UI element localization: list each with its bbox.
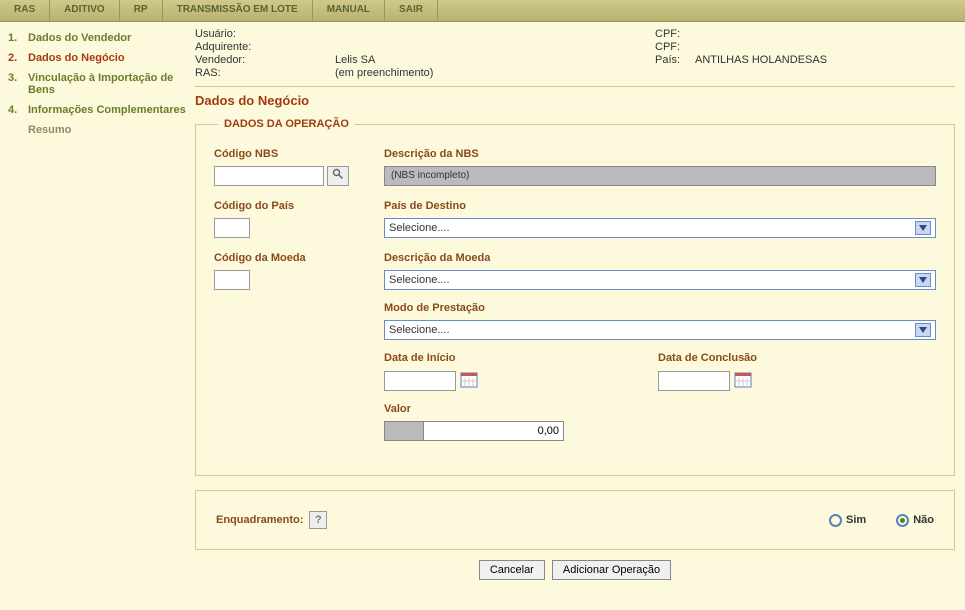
step-num: 1.: [8, 32, 22, 44]
data-inicio-label: Data de Início: [384, 352, 478, 364]
sidebar-step-4[interactable]: 4. Informações Complementares: [8, 104, 187, 116]
cpf2-label: CPF:: [655, 41, 695, 53]
radio-icon: [896, 514, 909, 527]
nao-label: Não: [913, 514, 934, 526]
valor-label: Valor: [384, 403, 936, 415]
select-value: Selecione....: [389, 222, 450, 234]
vendedor-label: Vendedor:: [195, 54, 335, 66]
step-num: 2.: [8, 52, 22, 64]
search-icon: [332, 168, 344, 180]
menu-transmissao[interactable]: TRANSMISSÃO EM LOTE: [163, 0, 313, 21]
descricao-nbs-label: Descrição da NBS: [384, 148, 936, 160]
step-label: Vinculação à Importação de Bens: [28, 72, 187, 96]
pais-label: País:: [655, 54, 695, 66]
descricao-nbs-value: (NBS incompleto): [384, 166, 936, 186]
sidebar-resumo[interactable]: Resumo: [8, 124, 187, 136]
top-menu: RAS ADITIVO RP TRANSMISSÃO EM LOTE MANUA…: [0, 0, 965, 22]
sim-label: Sim: [846, 514, 866, 526]
pais-destino-label: País de Destino: [384, 200, 936, 212]
cpf1-label: CPF:: [655, 28, 695, 40]
radio-icon: [829, 514, 842, 527]
dados-operacao-fieldset: DADOS DA OPERAÇÃO Código NBS Descrição d…: [195, 118, 955, 476]
enquadramento-label: Enquadramento:: [216, 514, 303, 526]
select-value: Selecione....: [389, 274, 450, 286]
descricao-moeda-select[interactable]: Selecione....: [384, 270, 936, 290]
codigo-moeda-input[interactable]: [214, 270, 250, 290]
data-conclusao-input[interactable]: [658, 371, 730, 391]
header-info: Usuário: Adquirente: Vendedor:Lelis SA R…: [195, 28, 955, 87]
menu-rp[interactable]: RP: [120, 0, 163, 21]
step-num: 4.: [8, 104, 22, 116]
cancelar-button[interactable]: Cancelar: [479, 560, 545, 580]
sidebar: 1. Dados do Vendedor 2. Dados do Negócio…: [0, 22, 195, 600]
chevron-down-icon: [915, 221, 931, 235]
pais-value: ANTILHAS HOLANDESAS: [695, 54, 827, 66]
data-inicio-input[interactable]: [384, 371, 456, 391]
vendedor-value: Lelis SA: [335, 54, 375, 66]
step-label: Informações Complementares: [28, 104, 186, 116]
adquirente-label: Adquirente:: [195, 41, 335, 53]
step-num: 3.: [8, 72, 22, 96]
adicionar-operacao-button[interactable]: Adicionar Operação: [552, 560, 671, 580]
page-title: Dados do Negócio: [195, 93, 955, 108]
enquadramento-box: Enquadramento: ? Sim Não: [195, 490, 955, 550]
valor-input[interactable]: [424, 421, 564, 441]
sidebar-step-2[interactable]: 2. Dados do Negócio: [8, 52, 187, 64]
menu-ras[interactable]: RAS: [0, 0, 50, 21]
menu-manual[interactable]: MANUAL: [313, 0, 385, 21]
sidebar-step-1[interactable]: 1. Dados do Vendedor: [8, 32, 187, 44]
chevron-down-icon: [915, 273, 931, 287]
step-label: Dados do Vendedor: [28, 32, 131, 44]
help-icon[interactable]: ?: [309, 511, 327, 529]
enq-nao-option[interactable]: Não: [896, 514, 934, 527]
calendar-icon[interactable]: [460, 370, 478, 391]
pais-destino-select[interactable]: Selecione....: [384, 218, 936, 238]
calendar-icon[interactable]: [734, 370, 752, 391]
usuario-label: Usuário:: [195, 28, 335, 40]
valor-prefix: [384, 421, 424, 441]
codigo-nbs-input[interactable]: [214, 166, 324, 186]
select-value: Selecione....: [389, 324, 450, 336]
menu-sair[interactable]: SAIR: [385, 0, 438, 21]
codigo-nbs-label: Código NBS: [214, 148, 364, 160]
descricao-moeda-label: Descrição da Moeda: [384, 252, 936, 264]
enq-sim-option[interactable]: Sim: [829, 514, 866, 527]
sidebar-step-3[interactable]: 3. Vinculação à Importação de Bens: [8, 72, 187, 96]
menu-aditivo[interactable]: ADITIVO: [50, 0, 120, 21]
modo-prestacao-select[interactable]: Selecione....: [384, 320, 936, 340]
chevron-down-icon: [915, 323, 931, 337]
ras-value: (em preenchimento): [335, 67, 433, 79]
fieldset-legend: DADOS DA OPERAÇÃO: [218, 118, 355, 130]
codigo-moeda-label: Código da Moeda: [214, 252, 364, 264]
modo-prestacao-label: Modo de Prestação: [384, 302, 936, 314]
ras-label: RAS:: [195, 67, 335, 79]
codigo-pais-input[interactable]: [214, 218, 250, 238]
codigo-pais-label: Código do País: [214, 200, 364, 212]
step-label: Dados do Negócio: [28, 52, 125, 64]
search-nbs-button[interactable]: [327, 166, 349, 186]
data-conclusao-label: Data de Conclusão: [658, 352, 757, 364]
